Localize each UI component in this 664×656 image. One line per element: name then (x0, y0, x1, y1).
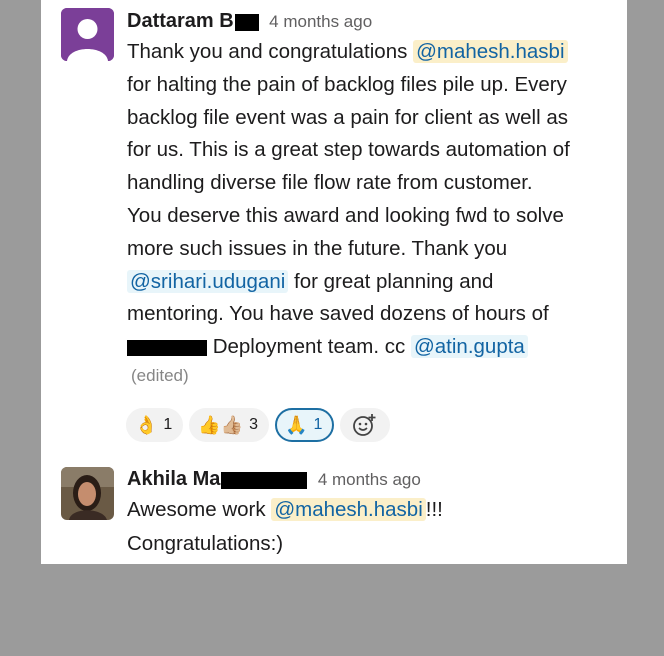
message-line: for halting the pain of backlog files pi… (127, 69, 617, 102)
redacted-text (127, 339, 207, 356)
message-line: backlog file event was a pain for client… (127, 102, 617, 135)
user-mention[interactable]: @srihari.udugani (127, 269, 289, 293)
message-text: Thank you and congratulations (127, 40, 414, 63)
message-body: Awesome work @mahesh.hasbi!!! Congratulat… (127, 493, 617, 561)
reactions-bar: 👌 1 👍👍🏼 3 🙏 1 (126, 408, 391, 442)
redacted-text (221, 472, 308, 490)
reaction-thumbs-up[interactable]: 👍👍🏼 3 (189, 408, 270, 442)
message-line: @srihari.udugani for great planning and (127, 266, 617, 299)
user-mention[interactable]: @mahesh.hasbi (413, 40, 568, 63)
message-line: Deployment team. cc @atin.gupta (127, 331, 617, 364)
edited-label: (edited) (131, 365, 189, 385)
add-reaction-button[interactable] (340, 408, 391, 442)
message-line: Congratulations:) (127, 527, 617, 561)
reaction-count: 1 (313, 416, 323, 433)
message-line: for us. This is a great step towards aut… (127, 134, 617, 167)
message-text: for halting the pain of backlog files pi… (127, 72, 567, 96)
message-text: Awesome work (127, 498, 272, 521)
user-mention[interactable]: @atin.gupta (410, 335, 528, 359)
avatar[interactable] (61, 467, 114, 520)
message-text: You deserve this award and looking fwd t… (127, 203, 564, 227)
message-text: mentoring. You have saved dozens of hour… (127, 302, 549, 326)
user-placeholder-icon (61, 8, 114, 61)
message-line: Awesome work @mahesh.hasbi!!! (127, 493, 617, 527)
message-text: backlog file event was a pain for client… (127, 105, 568, 129)
message-text: more such issues in the future. Thank yo… (127, 236, 508, 260)
message-text: for great planning and (288, 269, 494, 293)
message-line: more such issues in the future. Thank yo… (127, 233, 617, 266)
message-line: mentoring. You have saved dozens of hour… (127, 298, 617, 331)
message-text: for us. This is a great step towards aut… (127, 138, 570, 162)
reaction-pray[interactable]: 🙏 1 (275, 408, 335, 442)
reaction-count: 3 (249, 416, 259, 433)
message-text: Congratulations:) (127, 532, 284, 555)
user-mention[interactable]: @mahesh.hasbi (271, 498, 426, 521)
user-photo (61, 467, 114, 520)
redacted-text (234, 14, 259, 32)
message-panel: Dattaram B 4 months ago Thank you and co… (41, 0, 627, 564)
message-header: Dattaram B 4 months ago (127, 8, 617, 34)
message-line: handling diverse file flow rate from cus… (127, 167, 617, 200)
pray-icon: 🙏 (285, 414, 308, 435)
ok-hand-icon: 👌 (135, 414, 158, 435)
message-text: handling diverse file flow rate from cus… (127, 171, 533, 195)
add-reaction-icon (353, 414, 376, 436)
message-text: !!! (425, 498, 443, 521)
message-text: Deployment team. cc (207, 335, 411, 359)
author-name[interactable]: Dattaram B (127, 10, 234, 32)
message-header: Akhila Ma 4 months ago (127, 465, 617, 493)
message-line: Thank you and congratulations @mahesh.ha… (127, 36, 617, 69)
message-line: You deserve this award and looking fwd t… (127, 200, 617, 233)
reaction-ok-hand[interactable]: 👌 1 (126, 408, 184, 442)
author-name[interactable]: Akhila Ma (127, 468, 220, 490)
thumbs-up-icon: 👍👍🏼 (198, 414, 244, 435)
reaction-count: 1 (163, 416, 173, 433)
timestamp[interactable]: 4 months ago (318, 470, 421, 489)
avatar[interactable] (61, 8, 114, 61)
timestamp[interactable]: 4 months ago (269, 12, 372, 31)
message-body: Thank you and congratulations @mahesh.ha… (127, 36, 617, 364)
